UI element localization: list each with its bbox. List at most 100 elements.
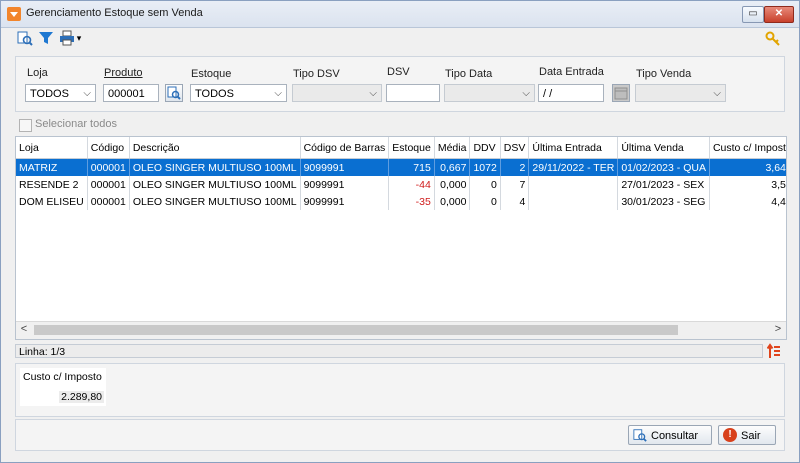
estoque-value: TODOS (195, 88, 234, 100)
cell-ultima-venda: 30/01/2023 - SEG (617, 193, 710, 210)
tipo-venda-select[interactable]: ⌵ (635, 84, 726, 102)
cell-estoque: -35 (388, 193, 435, 210)
tipo-data-label: Tipo Data (445, 68, 493, 80)
cell-ddv: 1072 (469, 158, 501, 176)
title-bar: Gerenciamento Estoque sem Venda ▭ ✕ (1, 1, 799, 28)
col-ddv[interactable]: DDV (469, 137, 501, 159)
col-codigo[interactable]: Código (87, 137, 130, 159)
header-row: Loja Código Descrição Código de Barras E… (16, 137, 786, 159)
cell-ultima-venda: 27/01/2023 - SEX (617, 176, 710, 193)
search-icon (633, 429, 647, 442)
calendar-icon (614, 87, 628, 100)
sair-label: Sair (741, 430, 761, 442)
data-entrada-input[interactable]: / / (538, 84, 604, 102)
cell-custo: 3,642 (709, 158, 786, 176)
tipo-venda-label: Tipo Venda (636, 68, 692, 80)
loja-label: Loja (27, 67, 48, 79)
col-dsv[interactable]: DSV (500, 137, 530, 159)
row-status: Linha: 1/3 (15, 344, 763, 358)
cell-descricao: OLEO SINGER MULTIUSO 100ML (129, 193, 301, 210)
table-row[interactable]: DOM ELISEU 000001 OLEO SINGER MULTIUSO 1… (16, 193, 786, 210)
cell-ultima-entrada (528, 193, 619, 210)
total-custo-label: Custo c/ Imposto (23, 371, 102, 383)
print-dropdown-icon[interactable]: ▾ (75, 30, 83, 46)
cell-dsv: 7 (500, 176, 530, 193)
col-loja[interactable]: Loja (16, 137, 88, 159)
col-estoque[interactable]: Estoque (388, 137, 435, 159)
cell-loja: DOM ELISEU (16, 193, 88, 210)
cell-loja: MATRIZ (16, 158, 88, 176)
produto-search-button[interactable] (165, 84, 183, 102)
cell-barras: 9099991 (300, 158, 390, 176)
dsv-input[interactable] (386, 84, 440, 102)
table-row[interactable]: MATRIZ 000001 OLEO SINGER MULTIUSO 100ML… (16, 158, 786, 176)
col-codigo-barras[interactable]: Código de Barras (300, 137, 390, 159)
estoque-select[interactable]: TODOS ⌵ (190, 84, 287, 102)
consultar-button[interactable]: Consultar (628, 425, 712, 445)
horizontal-scrollbar[interactable]: < > (16, 321, 786, 339)
produto-input[interactable]: 000001 (103, 84, 159, 102)
filter-panel: Loja TODOS ⌵ Produto 000001 Estoque TODO… (15, 56, 785, 112)
col-descricao[interactable]: Descrição (129, 137, 301, 159)
cell-barras: 9099991 (300, 176, 390, 193)
results-grid[interactable]: Loja Código Descrição Código de Barras E… (15, 136, 787, 340)
estoque-label: Estoque (191, 68, 232, 80)
cell-media: 0,667 (434, 158, 471, 176)
sort-order-icon[interactable] (766, 343, 781, 359)
tipo-dsv-label: Tipo DSV (293, 68, 340, 80)
cell-codigo: 000001 (87, 193, 130, 210)
dsv-label: DSV (387, 66, 410, 78)
exit-icon: ! (723, 428, 737, 442)
cell-ddv: 0 (469, 193, 501, 210)
col-custo-imposto[interactable]: Custo c/ Imposto (709, 137, 786, 159)
search-icon (167, 86, 181, 100)
cell-loja: RESENDE 2 (16, 176, 88, 193)
main-window: Gerenciamento Estoque sem Venda ▭ ✕ ▾ Lo… (0, 0, 800, 463)
tipo-data-select[interactable]: ⌵ (444, 84, 535, 102)
print-icon[interactable] (59, 30, 75, 46)
select-all-checkbox[interactable] (19, 119, 32, 132)
scroll-thumb[interactable] (34, 325, 678, 335)
cell-dsv: 4 (500, 193, 530, 210)
toolbar: ▾ (1, 27, 799, 49)
loja-value: TODOS (30, 88, 69, 100)
app-menu-icon[interactable] (7, 7, 21, 21)
restore-button[interactable]: ▭ (742, 6, 764, 23)
cell-descricao: OLEO SINGER MULTIUSO 100ML (129, 176, 301, 193)
key-icon[interactable] (765, 31, 781, 47)
cell-codigo: 000001 (87, 158, 130, 176)
filter-icon[interactable] (38, 30, 54, 46)
chevron-down-icon: ⌵ (369, 88, 377, 99)
cell-codigo: 000001 (87, 176, 130, 193)
col-ultima-entrada[interactable]: Última Entrada (528, 137, 619, 159)
close-button[interactable]: ✕ (764, 6, 794, 23)
tipo-dsv-select[interactable]: ⌵ (292, 84, 382, 102)
cell-barras: 9099991 (300, 193, 390, 210)
consultar-label: Consultar (651, 430, 699, 442)
cell-media: 0,000 (434, 193, 471, 210)
cell-media: 0,000 (434, 176, 471, 193)
footer-bar: Consultar ! Sair (15, 419, 785, 451)
produto-label[interactable]: Produto (104, 67, 143, 79)
total-custo-box: Custo c/ Imposto 2.289,80 (20, 368, 106, 406)
table-row[interactable]: RESENDE 2 000001 OLEO SINGER MULTIUSO 10… (16, 176, 786, 193)
select-all-label: Selecionar todos (35, 118, 117, 130)
scroll-left-button[interactable]: < (16, 323, 32, 338)
cell-ddv: 0 (469, 176, 501, 193)
sair-button[interactable]: ! Sair (718, 425, 776, 445)
cell-descricao: OLEO SINGER MULTIUSO 100ML (129, 158, 301, 176)
data-entrada-label: Data Entrada (539, 66, 604, 78)
loja-select[interactable]: TODOS ⌵ (25, 84, 96, 102)
col-ultima-venda[interactable]: Última Venda (617, 137, 710, 159)
search-report-icon[interactable] (17, 30, 33, 46)
totals-panel: Custo c/ Imposto 2.289,80 (15, 363, 785, 417)
cell-custo: 3,57 (709, 176, 786, 193)
calendar-button[interactable] (612, 84, 630, 102)
cell-ultima-venda: 01/02/2023 - QUA (617, 158, 710, 176)
chevron-down-icon: ⌵ (522, 88, 530, 99)
scroll-right-button[interactable]: > (770, 323, 786, 338)
cell-custo: 4,49 (709, 193, 786, 210)
chevron-down-icon: ⌵ (274, 88, 282, 99)
cell-ultima-entrada (528, 176, 619, 193)
col-media[interactable]: Média (434, 137, 471, 159)
